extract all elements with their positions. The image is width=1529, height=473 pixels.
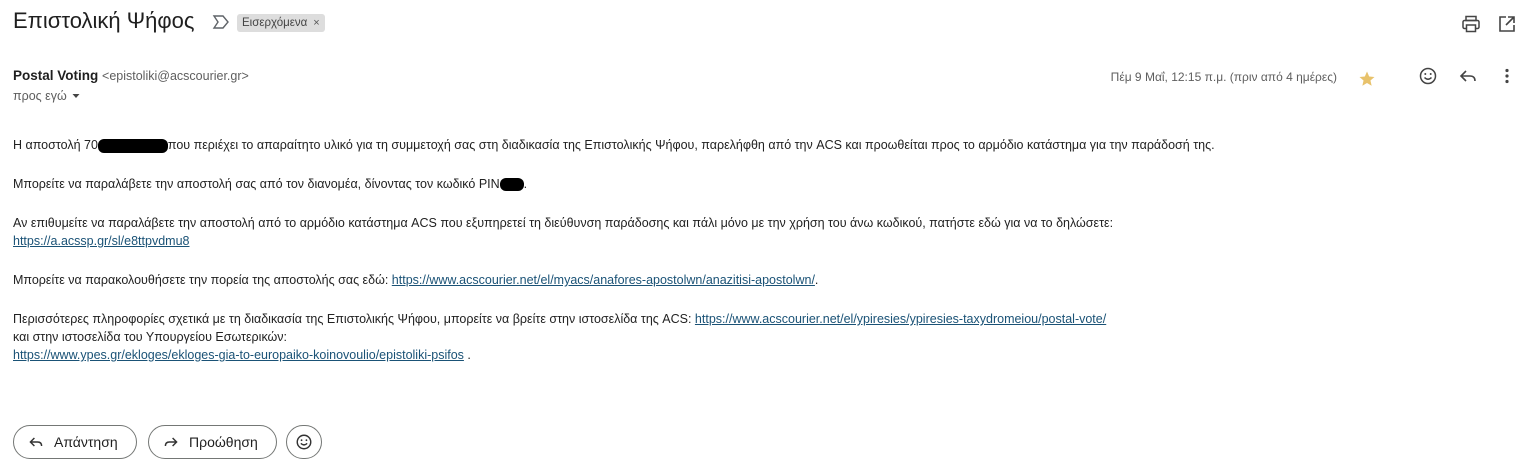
sender-line: Postal Voting <epistoliki@acscourier.gr> (13, 68, 249, 83)
tracking-text: Μπορείτε να παρακολουθήσετε την πορεία τ… (13, 273, 392, 287)
email-subject: Επιστολική Ψήφος (13, 8, 195, 33)
recipients-toggle[interactable]: προς εγώ (13, 89, 81, 103)
redacted-pin (499, 178, 524, 192)
shipment-text-start: Η αποστολή 70 (13, 138, 98, 152)
emoji-reaction-button[interactable] (286, 425, 322, 459)
pin-text-end: . (523, 177, 528, 191)
label-chip-inbox[interactable]: Εισερχόμενα × (237, 14, 325, 32)
paragraph-tracking: Μπορείτε να παρακολουθήσετε την πορεία τ… (13, 271, 1493, 289)
reply-icon (29, 437, 43, 447)
shipment-text-end: που περιέχει το απαραίτητο υλικό για τη … (167, 138, 1215, 152)
store-pickup-text: Αν επιθυμείτε να παραλάβετε την αποστολή… (13, 216, 1114, 230)
message-body: Η αποστολή 70 που περιέχει το απαραίτητο … (13, 136, 1493, 385)
reply-button-label: Απάντηση (54, 434, 118, 450)
tracking-text-end: . (814, 273, 819, 287)
pin-text: Μπορείτε να παραλάβετε την αποστολή σας … (13, 177, 500, 191)
paragraph-more-info: Περισσότερες πληροφορίες σχετικά με τη δ… (13, 310, 1493, 364)
paragraph-store-pickup: Αν επιθυμείτε να παραλάβετε την αποστολή… (13, 214, 1493, 250)
important-marker-icon[interactable] (212, 14, 230, 30)
open-new-window-icon[interactable] (1497, 14, 1517, 34)
print-icon[interactable] (1461, 14, 1481, 34)
emoji-icon (296, 434, 312, 450)
forward-icon (164, 437, 178, 447)
forward-button[interactable]: Προώθηση (148, 425, 277, 459)
more-info-end: . (463, 348, 471, 362)
ypes-link[interactable]: https://www.ypes.gr/ekloges/ekloges-gia-… (13, 348, 464, 362)
sender-email: <epistoliki@acscourier.gr> (102, 69, 249, 83)
store-pickup-link[interactable]: https://a.acssp.gr/sl/e8ttpvdmu8 (13, 234, 189, 248)
label-chip-text: Εισερχόμενα (242, 17, 308, 29)
email-date: Πέμ 9 Μαΐ, 12:15 π.μ. (πριν από 4 ημέρες… (1110, 70, 1337, 84)
emoji-icon[interactable] (1418, 66, 1438, 86)
caret-down-icon (72, 94, 80, 98)
acs-postal-vote-link[interactable]: https://www.acscourier.net/el/ypiresies/… (695, 312, 1106, 326)
more-info-text: Περισσότερες πληροφορίες σχετικά με τη δ… (13, 312, 695, 326)
sender-name[interactable]: Postal Voting (13, 68, 98, 83)
paragraph-pin: Μπορείτε να παραλάβετε την αποστολή σας … (13, 175, 1493, 193)
tracking-link[interactable]: https://www.acscourier.net/el/myacs/anaf… (392, 273, 815, 287)
reply-icon[interactable] (1458, 66, 1478, 86)
paragraph-shipment: Η αποστολή 70 που περιέχει το απαραίτητο … (13, 136, 1493, 154)
ministry-text: και στην ιστοσελίδα του Υπουργείου Εσωτε… (13, 330, 288, 344)
remove-label-icon[interactable]: × (313, 17, 319, 29)
more-vert-icon[interactable] (1497, 66, 1517, 86)
redacted-tracking-number (97, 138, 168, 153)
star-icon[interactable] (1358, 70, 1376, 88)
forward-button-label: Προώθηση (189, 434, 258, 450)
reply-button[interactable]: Απάντηση (13, 425, 137, 459)
recipient-label: προς εγώ (13, 89, 67, 103)
